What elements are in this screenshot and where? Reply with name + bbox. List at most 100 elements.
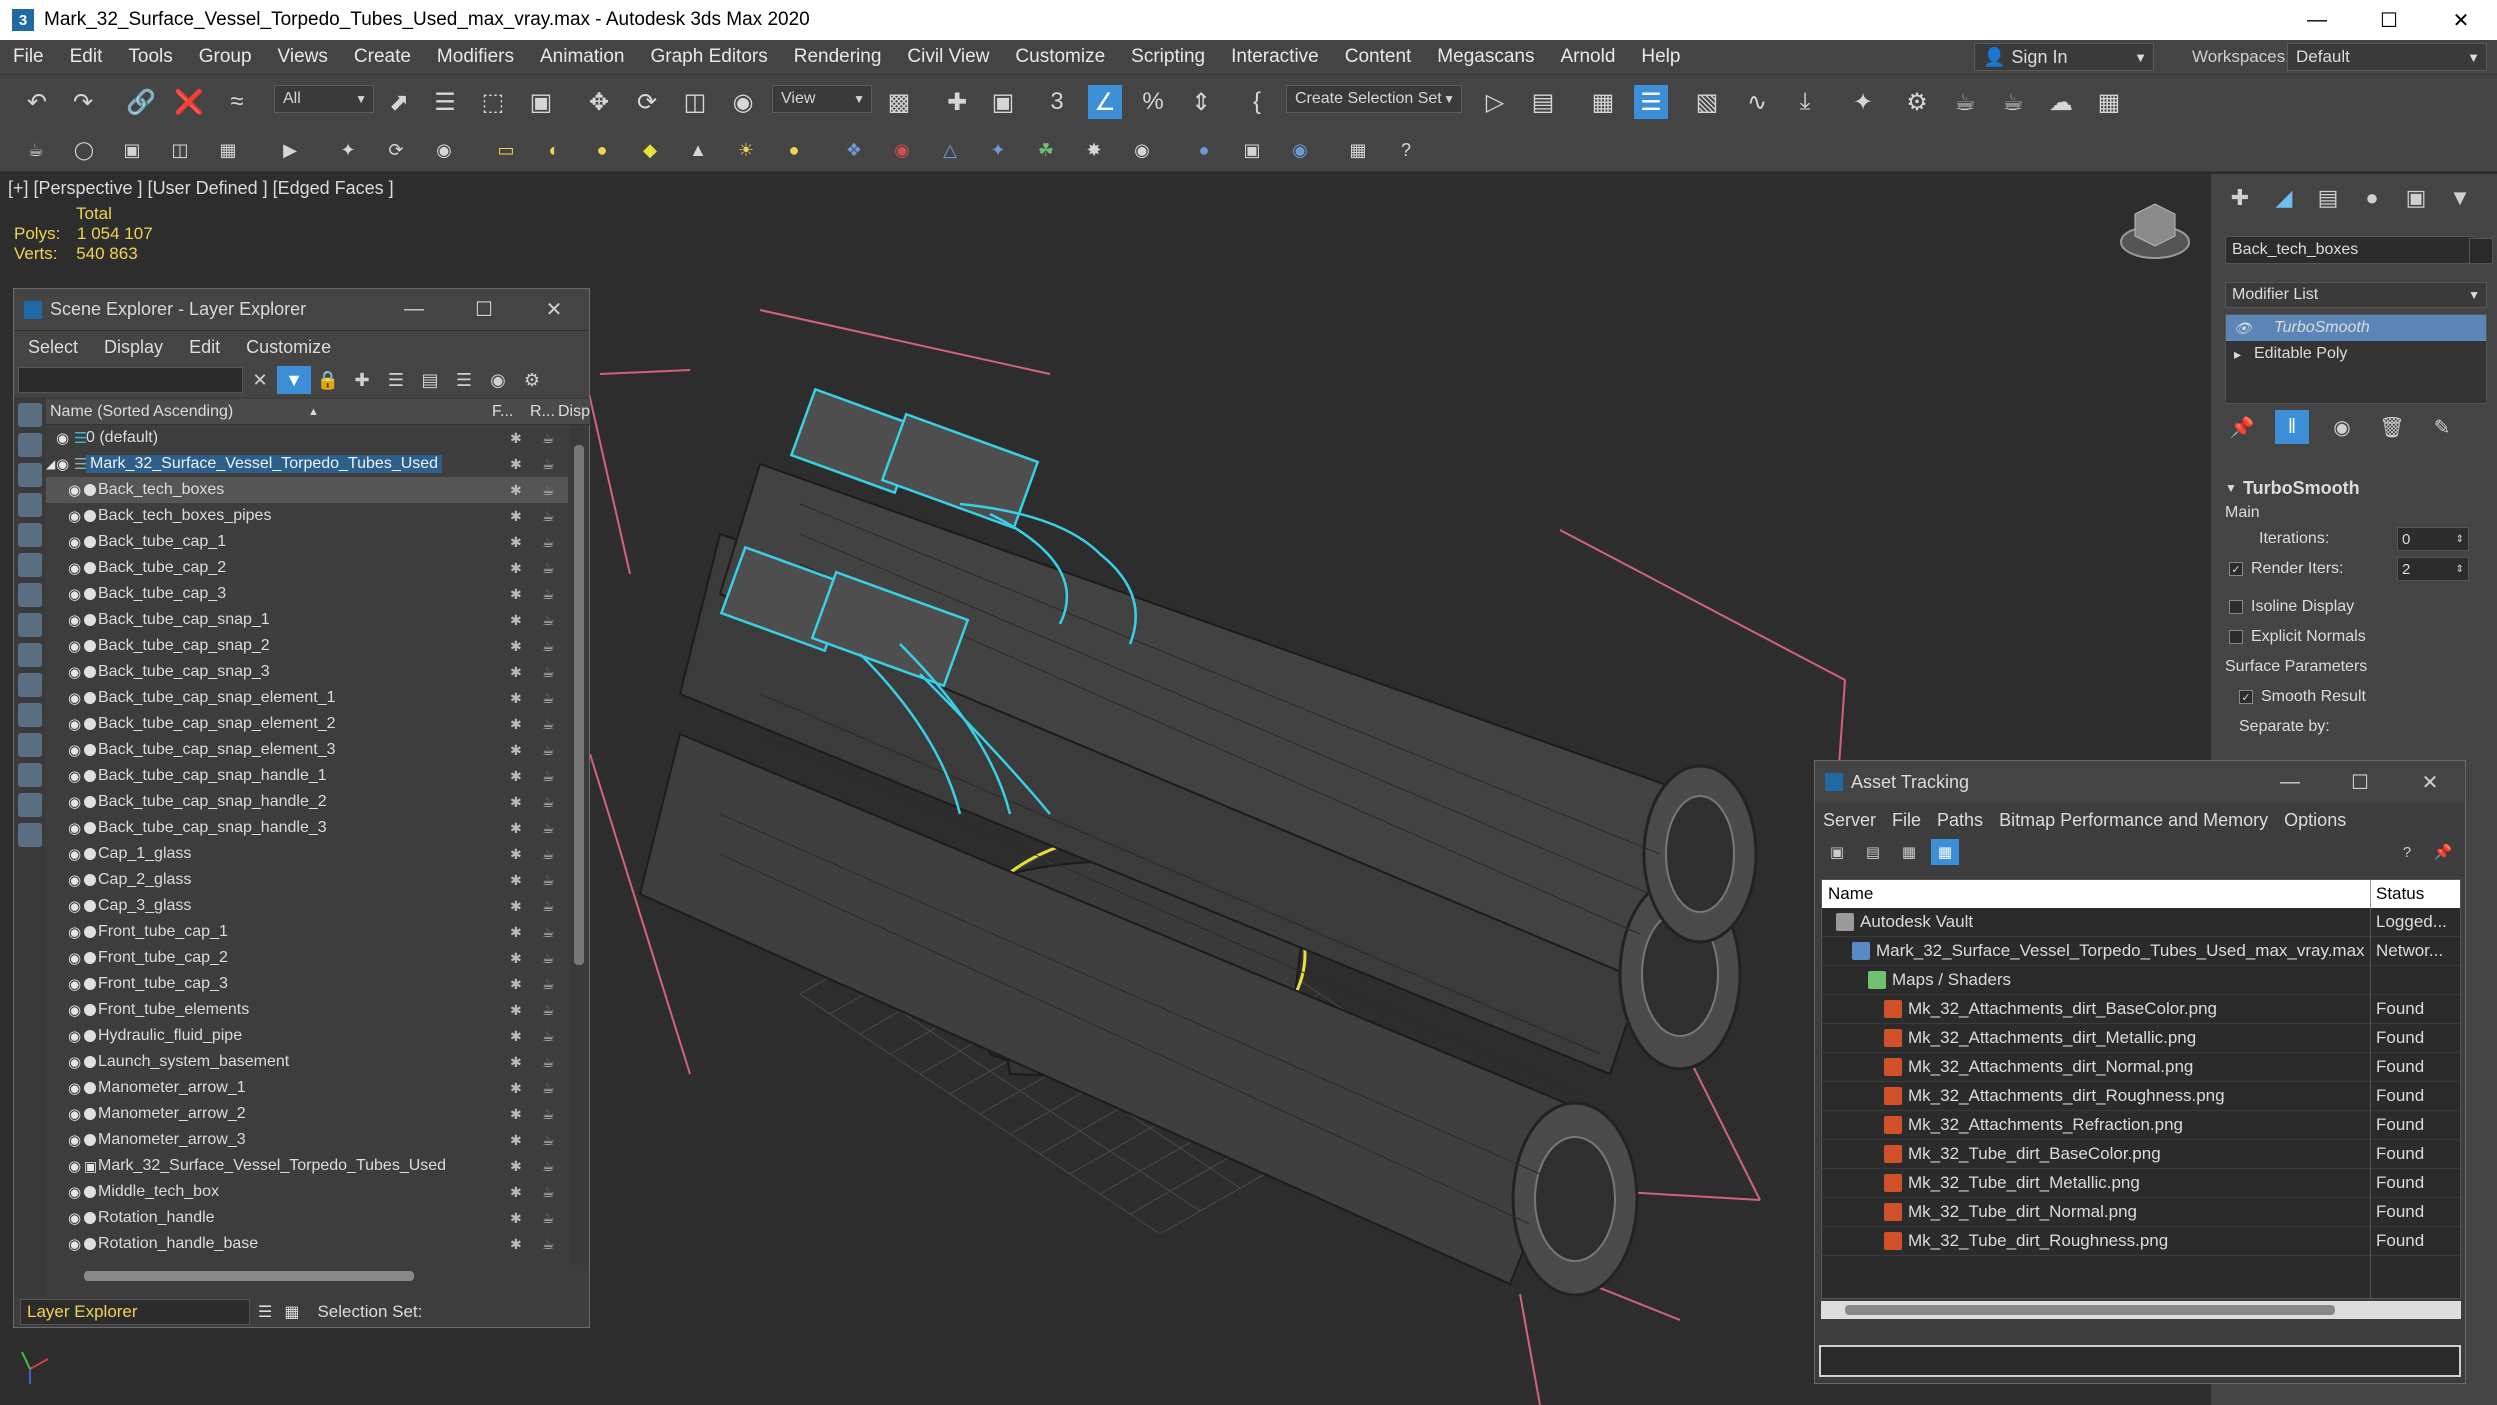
visibility-eye-icon[interactable]: ◉	[56, 429, 74, 447]
pivot-center-icon[interactable]: ▩	[882, 85, 916, 119]
minimize-icon[interactable]: —	[2255, 771, 2325, 794]
render-toggle-icon[interactable]: ☕	[542, 430, 555, 447]
system-icon[interactable]: ◉	[430, 136, 458, 164]
clipper-icon[interactable]: ✦	[984, 136, 1012, 164]
freeze-toggle-icon[interactable]: ✱	[510, 1080, 522, 1097]
object-row[interactable]: ◉ Back_tube_cap_snap_element_3 ✱ ☕	[46, 737, 568, 763]
motion-tab-icon[interactable]: ●	[2357, 183, 2387, 213]
column-name[interactable]: Name (Sorted Ascending)	[50, 403, 233, 421]
space-warp-icon[interactable]: ⟳	[382, 136, 410, 164]
asset-row[interactable]: Mk_32_Tube_dirt_Roughness.png Found	[1822, 1227, 2460, 1256]
render-toggle-icon[interactable]: ☕	[542, 1080, 555, 1097]
display-spacewarps-icon[interactable]	[18, 553, 42, 577]
render-toggle-icon[interactable]: ☕	[542, 846, 555, 863]
object-row[interactable]: ◉ Back_tube_cap_snap_element_1 ✱ ☕	[46, 685, 568, 711]
object-row[interactable]: ◉ ▣ Mark_32_Surface_Vessel_Torpedo_Tubes_U…	[46, 1153, 568, 1179]
modifier-editable-poly[interactable]: ▸ Editable Poly	[2226, 341, 2486, 367]
render-toggle-icon[interactable]: ☕	[542, 456, 555, 473]
expand-arrow-icon[interactable]: ▸	[2234, 346, 2241, 363]
object-color-swatch[interactable]	[2469, 238, 2493, 264]
render-toggle-icon[interactable]: ☕	[542, 586, 555, 603]
freeze-toggle-icon[interactable]: ✱	[510, 1184, 522, 1201]
column-name[interactable]: Name	[1828, 884, 1873, 904]
schematic-view-icon[interactable]: ⤓	[1788, 85, 1822, 119]
settings-icon[interactable]: ⚙	[515, 366, 549, 394]
render-toggle-icon[interactable]: ☕	[542, 1002, 555, 1019]
render-iters-checkbox[interactable]: ✓	[2229, 562, 2243, 576]
scene-explorer-hscrollbar[interactable]	[66, 1271, 566, 1285]
infinite-plane-icon[interactable]: ✸	[1080, 136, 1108, 164]
object-row[interactable]: ◉ Launch_system_basement ✱ ☕	[46, 1049, 568, 1075]
at-menu-bitmap-performance[interactable]: Bitmap Performance and Memory	[1991, 810, 2276, 831]
object-row[interactable]: ◉ Back_tube_cap_snap_handle_1 ✱ ☕	[46, 763, 568, 789]
column-status[interactable]: Status	[2376, 884, 2424, 904]
edit-named-selection-icon[interactable]: {	[1240, 85, 1274, 119]
frame-buffer-icon[interactable]: ▣	[1238, 136, 1266, 164]
render-toggle-icon[interactable]: ☕	[542, 534, 555, 551]
proxy-icon[interactable]: ◉	[888, 136, 916, 164]
render-toggle-icon[interactable]: ☕	[542, 1158, 555, 1175]
render-shortcut-icon[interactable]: ▦	[2092, 85, 2126, 119]
layer-row[interactable]: ◉ ☰ 0 (default) ✱ ☕	[46, 425, 568, 451]
pin-stack-icon[interactable]: 📌	[2225, 410, 2259, 444]
display-shapes-icon[interactable]	[18, 433, 42, 457]
create-tab-icon[interactable]: ✚	[2225, 183, 2255, 213]
table-view-icon[interactable]: ▦	[1895, 839, 1923, 865]
render-toggle-icon[interactable]: ☕	[542, 950, 555, 967]
shape-icon[interactable]: ◯	[70, 136, 98, 164]
helper-icon[interactable]: ✦	[334, 136, 362, 164]
column-divider[interactable]	[2370, 880, 2371, 908]
move-icon[interactable]: ✥	[582, 85, 616, 119]
scene-explorer-titlebar[interactable]: Scene Explorer - Layer Explorer — ☐ ✕	[14, 289, 589, 331]
menu-edit[interactable]: Edit	[57, 46, 116, 68]
object-row[interactable]: ◉ Front_tube_elements ✱ ☕	[46, 997, 568, 1023]
show-end-result-icon[interactable]: ‖	[2275, 410, 2309, 444]
freeze-toggle-icon[interactable]: ✱	[510, 1106, 522, 1123]
render-toggle-icon[interactable]: ☕	[542, 1132, 555, 1149]
workspaces-select[interactable]: Default ▼	[2287, 43, 2487, 71]
render-toggle-icon[interactable]: ☕	[542, 924, 555, 941]
object-row[interactable]: ◉ Manometer_arrow_2 ✱ ☕	[46, 1101, 568, 1127]
layer-row[interactable]: ◢ ◉ ☰ Mark_32_Surface_Vessel_Torpedo_Tubes_…	[46, 451, 568, 477]
asset-path-input[interactable]	[1819, 1345, 2461, 1377]
freeze-toggle-icon[interactable]: ✱	[510, 534, 522, 551]
object-row[interactable]: ◉ Back_tube_cap_snap_3 ✱ ☕	[46, 659, 568, 685]
freeze-toggle-icon[interactable]: ✱	[510, 664, 522, 681]
layers-icon[interactable]: ☰	[379, 366, 413, 394]
layers-icon[interactable]: ☰	[258, 1302, 272, 1322]
configure-modifier-sets-icon[interactable]: ✎	[2425, 410, 2459, 444]
tree-view-icon[interactable]: ▦	[1931, 839, 1959, 865]
cone-light-icon[interactable]: ▲	[684, 136, 712, 164]
explorer-type-select[interactable]: Layer Explorer	[20, 1299, 250, 1325]
display-xrefs-icon[interactable]	[18, 613, 42, 637]
freeze-toggle-icon[interactable]: ✱	[510, 924, 522, 941]
menu-tools[interactable]: Tools	[115, 46, 185, 68]
freeze-toggle-icon[interactable]: ✱	[510, 638, 522, 655]
object-row[interactable]: ◉ Rotation_handle ✱ ☕	[46, 1205, 568, 1231]
at-menu-paths[interactable]: Paths	[1929, 810, 1991, 831]
render-toggle-icon[interactable]: ☕	[542, 716, 555, 733]
teapot-icon[interactable]: ☕	[22, 136, 50, 164]
display-invert-icon[interactable]	[18, 823, 42, 847]
render-toggle-icon[interactable]: ☕	[542, 1184, 555, 1201]
freeze-toggle-icon[interactable]: ✱	[510, 872, 522, 889]
freeze-toggle-icon[interactable]: ✱	[510, 976, 522, 993]
freeze-toggle-icon[interactable]: ✱	[510, 898, 522, 915]
object-row[interactable]: ◉ Cap_1_glass ✱ ☕	[46, 841, 568, 867]
menu-views[interactable]: Views	[265, 46, 341, 68]
modifier-turbosmooth[interactable]: 👁 TurboSmooth	[2226, 315, 2486, 341]
render-toggle-icon[interactable]: ☕	[542, 612, 555, 629]
object-row[interactable]: ◉ Back_tube_cap_3 ✱ ☕	[46, 581, 568, 607]
stack-icon[interactable]: ☰	[447, 366, 481, 394]
scene-explorer-toggle-icon[interactable]: ▦	[1586, 85, 1620, 119]
object-row[interactable]: ◉ Back_tube_cap_snap_2 ✱ ☕	[46, 633, 568, 659]
freeze-toggle-icon[interactable]: ✱	[510, 1210, 522, 1227]
object-row[interactable]: ◉ Manometer_arrow_3 ✱ ☕	[46, 1127, 568, 1153]
column-display[interactable]: Disp	[558, 403, 590, 421]
freeze-toggle-icon[interactable]: ✱	[510, 482, 522, 499]
rectangular-selection-icon[interactable]: ⬚	[476, 85, 510, 119]
make-unique-icon[interactable]: ◉	[2325, 410, 2359, 444]
decal-icon[interactable]: ◉	[1128, 136, 1156, 164]
display-bones-icon[interactable]	[18, 643, 42, 667]
angle-snap-icon[interactable]: ∠	[1088, 85, 1122, 119]
